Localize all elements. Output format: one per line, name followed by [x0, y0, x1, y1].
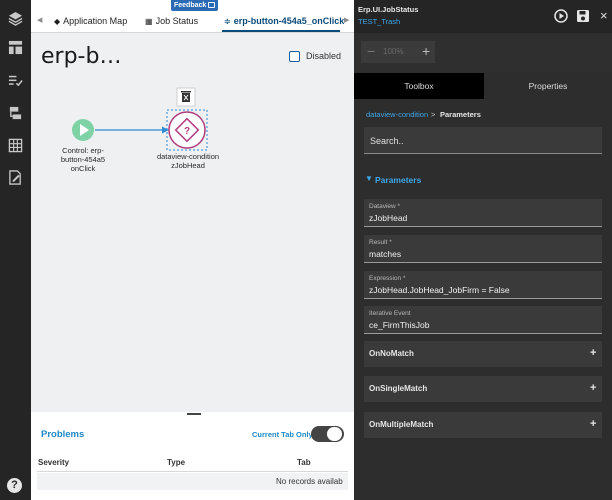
flow-canvas[interactable]: erp-b… Disabled ? Control: erp- button-4…: [31, 34, 354, 412]
empty-message: No records availab: [276, 477, 343, 486]
problems-panel: Problems Current Tab Only Severity Type …: [31, 418, 354, 500]
designer-area: Feedback ◀ ◆ Application Map ▦ Job Status …: [31, 0, 354, 500]
toggle-knob: [327, 427, 342, 441]
expand-plus-icon[interactable]: +: [590, 347, 596, 359]
zoom-out-button[interactable]: −: [367, 43, 375, 59]
column-header-type[interactable]: Type: [167, 458, 185, 467]
app-name: Erp.UI.JobStatus: [358, 5, 419, 14]
active-tab-indicator: [222, 30, 340, 32]
checklist-icon[interactable]: [8, 73, 23, 88]
sidebar-header: Erp.UI.JobStatus TEST_Trash ×: [354, 0, 612, 33]
help-icon[interactable]: ?: [7, 478, 22, 493]
tab-scroll-left-icon[interactable]: ◀: [37, 16, 42, 24]
condition-node-label: dataview-condition zJobHead: [156, 152, 220, 170]
field-label: Dataview *: [369, 203, 401, 210]
group-on-single-match[interactable]: OnSingleMatch +: [364, 376, 602, 402]
expand-plus-icon[interactable]: +: [590, 382, 596, 394]
group-on-no-match[interactable]: OnNoMatch +: [364, 341, 602, 367]
current-tab-only-toggle[interactable]: [311, 426, 344, 442]
tab-bar: Feedback ◀ ◆ Application Map ▦ Job Status …: [31, 0, 354, 33]
field-value: matches: [369, 249, 402, 259]
zoom-level: 100%: [383, 47, 404, 56]
dataview-field[interactable]: Dataview * zJobHead: [364, 199, 602, 227]
layers-icon: ◆: [54, 17, 61, 26]
properties-sidebar: Erp.UI.JobStatus TEST_Trash × − 100% + T…: [354, 0, 612, 500]
save-icon[interactable]: [576, 9, 590, 23]
group-on-multiple-match[interactable]: OnMultipleMatch +: [364, 412, 602, 438]
table-icon[interactable]: [8, 138, 23, 153]
table-row: No records availab: [37, 473, 348, 490]
chat-icon: [208, 2, 216, 9]
search-placeholder: Search..: [370, 136, 404, 146]
flow-diagram: ?: [72, 87, 208, 151]
field-value: zJobHead: [369, 213, 408, 223]
feedback-button[interactable]: Feedback: [171, 0, 219, 11]
left-rail: ?: [0, 0, 31, 500]
grid-icon: ▦: [145, 17, 153, 26]
field-label: Result *: [369, 239, 392, 246]
group-label: OnSingleMatch: [369, 384, 428, 393]
close-icon[interactable]: ×: [600, 8, 608, 23]
zoom-in-button[interactable]: +: [422, 43, 430, 59]
field-value: ce_FirmThisJob: [369, 320, 430, 330]
tab-toolbox[interactable]: Toolbox: [354, 73, 484, 99]
breadcrumb-current: Parameters: [440, 110, 481, 119]
breadcrumb-link[interactable]: dataview-condition: [366, 110, 428, 119]
tab-application-map[interactable]: ◆ Application Map: [54, 16, 127, 26]
edit-document-icon[interactable]: [8, 170, 23, 185]
layers-icon[interactable]: [8, 11, 23, 26]
drag-handle[interactable]: [187, 413, 201, 415]
events-icon[interactable]: [8, 106, 23, 121]
tab-properties[interactable]: Properties: [484, 73, 612, 99]
tab-erp-button-onclick[interactable]: ≑ erp-button-454a5_onClick: [224, 16, 344, 26]
result-field[interactable]: Result * matches: [364, 235, 602, 263]
layout-icon[interactable]: [8, 40, 23, 55]
start-node-label: Control: erp- button-454a5 onClick: [60, 146, 106, 173]
problems-title: Problems: [41, 429, 85, 440]
zoom-bar: − 100% +: [354, 34, 612, 72]
breadcrumb-separator: >: [431, 110, 436, 119]
flow-icon: ≑: [224, 17, 231, 26]
table-divider: [37, 471, 348, 472]
iterative-event-field[interactable]: Iterative Event ce_FirmThisJob: [364, 306, 602, 334]
column-header-tab[interactable]: Tab: [297, 458, 311, 467]
parameters-section-header[interactable]: ▼ Parameters: [364, 170, 602, 189]
field-label: Expression *: [369, 275, 406, 282]
question-glyph: ?: [184, 126, 190, 137]
search-input[interactable]: Search..: [364, 127, 602, 154]
column-header-severity[interactable]: Severity: [38, 458, 69, 467]
current-tab-only-label: Current Tab Only: [252, 430, 313, 439]
expression-field[interactable]: Expression * zJobHead.JobHead_JobFirm = …: [364, 271, 602, 299]
section-title: Parameters: [375, 175, 422, 185]
group-label: OnMultipleMatch: [369, 420, 434, 429]
tab-job-status[interactable]: ▦ Job Status: [145, 16, 198, 26]
group-label: OnNoMatch: [369, 349, 414, 358]
field-value: zJobHead.JobHead_JobFirm = False: [369, 285, 510, 295]
field-label: Iterative Event: [369, 310, 411, 317]
zoom-control: − 100% +: [361, 41, 435, 63]
layer-name[interactable]: TEST_Trash: [358, 17, 400, 26]
chevron-down-icon: ▼: [365, 174, 373, 183]
expand-plus-icon[interactable]: +: [590, 418, 596, 430]
tab-scroll-right-icon[interactable]: ▶: [344, 16, 349, 24]
connector-arrowhead: [162, 126, 169, 134]
preview-play-button[interactable]: [554, 9, 568, 23]
